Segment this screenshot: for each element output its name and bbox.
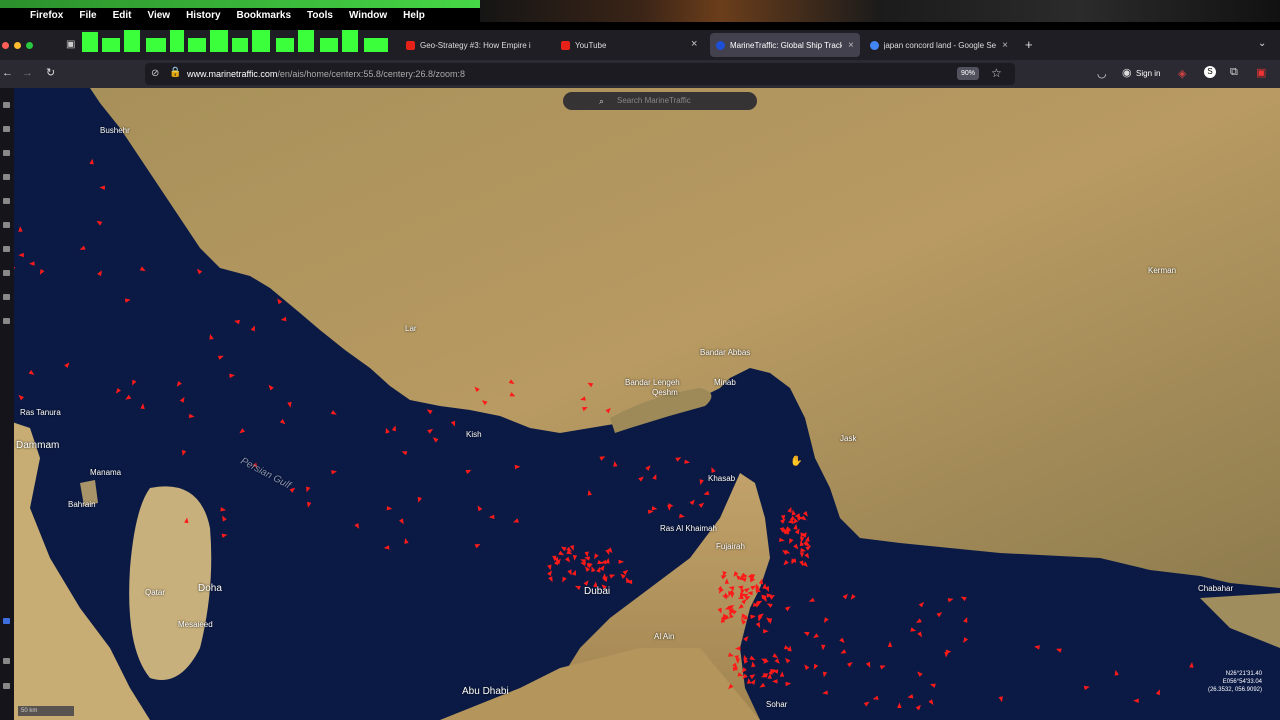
map-place-label: Kerman	[1148, 266, 1177, 275]
map-tool-icon[interactable]	[3, 246, 10, 252]
lock-icon[interactable]: 🔒	[169, 67, 181, 78]
map-place-label: Ras Tanura	[20, 408, 61, 417]
tab-bar: ▣ Geo-Strategy #3: How Empire i YouTube …	[0, 30, 1280, 60]
zoom-window-button[interactable]	[26, 41, 33, 49]
map-place-label: Dammam	[16, 440, 60, 451]
map-place-label: Bandar Lengeh	[625, 378, 680, 387]
map-tool-icon[interactable]	[3, 294, 10, 300]
map-place-label: Mesaieed	[178, 620, 213, 629]
tab-title: YouTube	[575, 40, 607, 50]
url-text[interactable]: www.marinetraffic.com/en/ais/home/center…	[187, 69, 465, 79]
map-left-toolbar	[0, 88, 14, 720]
map-place-label: Manama	[90, 468, 122, 477]
sign-in-button[interactable]: Sign in	[1136, 69, 1160, 78]
map-tool-icon[interactable]	[3, 222, 10, 228]
youtube-favicon-icon	[406, 40, 415, 50]
mouse-cursor-icon: ✋	[790, 456, 803, 467]
map-place-label: Abu Dhabi	[462, 686, 509, 697]
map-tool-icon[interactable]	[3, 270, 10, 276]
window-controls	[0, 41, 33, 49]
minimize-window-button[interactable]	[14, 41, 21, 49]
map-place-label: Ras Al Khaimah	[660, 524, 717, 533]
new-tab-button[interactable]: +	[1025, 37, 1033, 52]
coord-decimal: (26.3532, 056.9092)	[1207, 687, 1262, 693]
url-bar[interactable]: ⊘ 🔒 www.marinetraffic.com/en/ais/home/ce…	[145, 63, 1015, 85]
map-place-label: Qatar	[145, 588, 166, 597]
tab-title: Geo-Strategy #3: How Empire i	[420, 40, 531, 50]
account-icon[interactable]: ◉	[1122, 66, 1132, 79]
map-tool-active-icon[interactable]	[3, 618, 10, 624]
map-scale-bar: 50 km	[18, 706, 74, 716]
close-tab-icon[interactable]: ×	[1002, 40, 1008, 51]
overlay-green-bar	[0, 0, 480, 8]
map-place-label: Fujairah	[716, 542, 745, 551]
zoom-level-badge[interactable]: 90%	[957, 67, 980, 80]
map-place-label: Qeshm	[652, 388, 678, 397]
tab-overview-icon[interactable]: ▣	[66, 39, 75, 50]
search-icon: ⌕	[599, 96, 605, 106]
forward-arrow-icon[interactable]: →	[22, 67, 33, 79]
youtube-favicon-icon	[561, 40, 570, 50]
map-place-label: Al Ain	[654, 632, 675, 641]
tab-google-search[interactable]: japan concord land - Google Se ×	[864, 33, 1014, 57]
tracking-protection-icon[interactable]: ⊘	[151, 68, 159, 79]
map-tool-icon[interactable]	[3, 683, 10, 689]
marinetraffic-favicon-icon	[716, 40, 725, 50]
map-place-label: Sohar	[766, 700, 788, 709]
overlay-green-blocks	[80, 30, 390, 52]
map-place-label: Bushehr	[100, 126, 130, 135]
map-tool-icon[interactable]	[3, 198, 10, 204]
map-tool-icon[interactable]	[3, 658, 10, 664]
google-favicon-icon	[870, 40, 879, 50]
extensions-puzzle-icon[interactable]: ⧉	[1230, 66, 1238, 79]
map-tool-icon[interactable]	[3, 174, 10, 180]
navigation-toolbar: ← → ↻ ⊘ 🔒 www.marinetraffic.com/en/ais/h…	[0, 60, 1280, 88]
map-tool-icon[interactable]	[3, 318, 10, 324]
map-place-label: Bandar Abbas	[700, 348, 751, 357]
tab-title: japan concord land - Google Se	[883, 40, 997, 50]
coord-lat: N26°21'31.40	[1225, 671, 1262, 677]
close-window-button[interactable]	[2, 41, 9, 49]
reload-icon[interactable]: ↻	[46, 66, 55, 79]
list-all-tabs-icon[interactable]: ⌄	[1258, 38, 1266, 49]
map-place-label: Chabahar	[1198, 584, 1234, 593]
macos-menubar: Firefox File Edit View History Bookmarks…	[0, 0, 1280, 30]
pocket-icon[interactable]: ◡	[1097, 67, 1107, 80]
map-place-label: Doha	[198, 583, 222, 594]
map-place-label: Jask	[840, 434, 857, 443]
map-place-label: Minab	[714, 378, 736, 387]
map-tool-icon[interactable]	[3, 102, 10, 108]
back-arrow-icon[interactable]: ←	[2, 67, 13, 79]
close-tab-icon[interactable]: ×	[691, 38, 697, 50]
close-tab-icon[interactable]: ×	[848, 40, 854, 51]
map-place-label: Khasab	[708, 474, 736, 483]
map-place-label: Dubai	[584, 586, 611, 597]
marine-traffic-map[interactable]: Bushehr Persian Gulf Bandar Abbas Qeshm Khas…	[0, 88, 1280, 720]
search-placeholder: Search MarineTraffic	[617, 96, 691, 105]
bookmark-star-icon[interactable]: ☆	[991, 66, 1002, 80]
tab-marinetraffic[interactable]: MarineTraffic: Global Ship Track ×	[710, 33, 860, 57]
overlay-video-strip	[480, 0, 1280, 22]
cursor-coordinates: N26°21'31.40 E056°54'33.04 (26.3532, 056…	[1208, 670, 1262, 694]
map-place-label: Lar	[405, 324, 417, 333]
coord-lon: E056°54'33.04	[1222, 679, 1262, 685]
map-tool-icon[interactable]	[3, 126, 10, 132]
tab-title: MarineTraffic: Global Ship Track	[730, 40, 842, 50]
map-tool-icon[interactable]	[3, 150, 10, 156]
tab-youtube[interactable]: YouTube	[555, 33, 705, 57]
map-search-input[interactable]: ⌕ Search MarineTraffic	[563, 92, 757, 110]
menu-icon[interactable]: ▣	[1256, 66, 1266, 79]
map-place-label: Kish	[466, 430, 482, 439]
map-place-label: Bahrain	[68, 500, 96, 509]
extension-s-icon[interactable]: S	[1204, 66, 1216, 78]
extension-icon[interactable]: ◈	[1178, 67, 1186, 80]
